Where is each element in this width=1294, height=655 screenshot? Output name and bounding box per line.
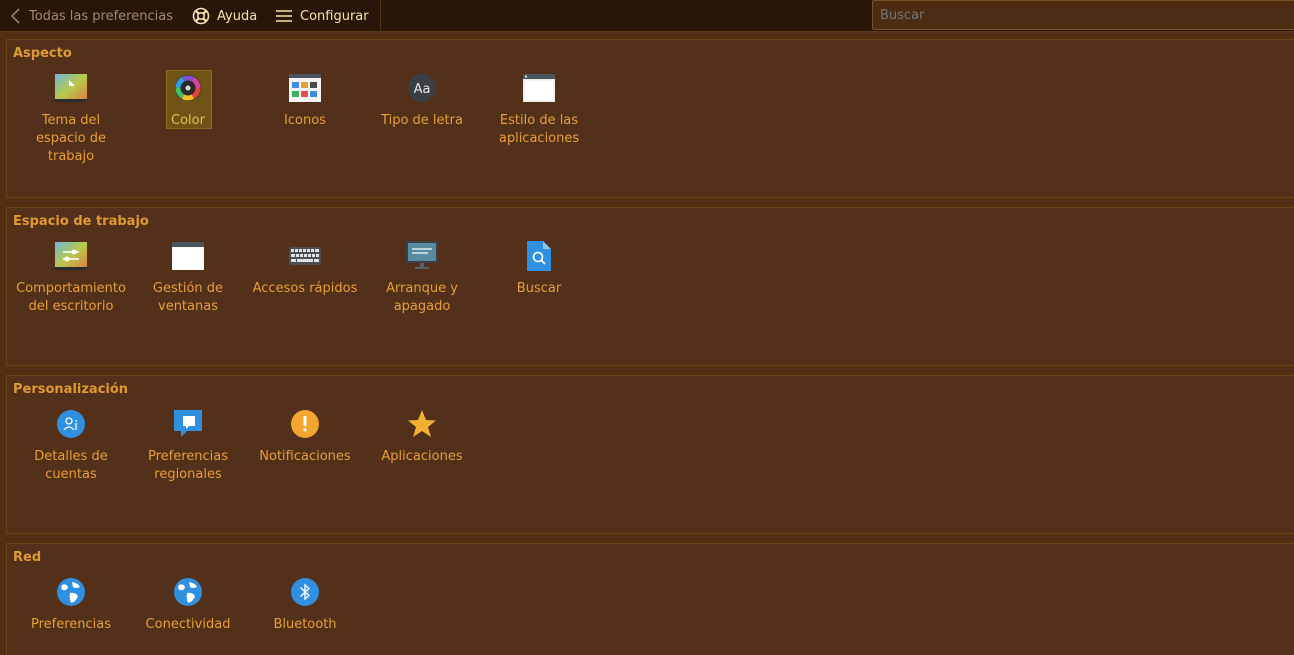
help-button-label: Ayuda	[217, 8, 258, 24]
help-button[interactable]: Ayuda	[192, 0, 257, 32]
item-label: Accesos rápidos	[252, 281, 358, 296]
configure-button[interactable]: Configurar	[275, 0, 369, 32]
item-network-preferences[interactable]: Preferencias	[12, 576, 130, 634]
item-label: Bluetooth	[273, 617, 337, 632]
icons-icon	[289, 72, 321, 104]
app-style-icon	[523, 72, 555, 104]
item-connectivity[interactable]: Conectividad	[129, 576, 247, 634]
item-search[interactable]: Buscar	[480, 240, 598, 298]
item-icons[interactable]: Iconos	[246, 72, 364, 130]
globe-icon	[55, 576, 87, 608]
item-label: Gestión de ventanas	[152, 281, 224, 314]
chevron-left-icon	[10, 8, 20, 24]
toolbar-separator	[380, 0, 381, 32]
item-label: Comportamiento del escritorio	[16, 281, 126, 314]
item-notifications[interactable]: Notificaciones	[246, 408, 364, 466]
configure-button-label: Configurar	[300, 8, 369, 24]
item-label: Detalles de cuentas	[34, 449, 108, 482]
section-espacio-de-trabajo: Espacio de trabajo Comportamiento del es…	[6, 207, 1294, 366]
item-user-account[interactable]: Detalles de cuentas	[12, 408, 130, 484]
item-app-style[interactable]: Estilo de las aplicaciones	[480, 72, 598, 148]
svg-text:Aa: Aa	[414, 82, 431, 97]
item-startup-shutdown[interactable]: Arranque y apagado	[363, 240, 481, 316]
item-label: Tema del espacio de trabajo	[35, 113, 107, 164]
item-label: Color	[171, 113, 205, 128]
regional-icon	[172, 408, 204, 440]
item-font[interactable]: Aa Tipo de letra	[363, 72, 481, 130]
item-label: Tipo de letra	[381, 113, 463, 128]
item-label: Preferencias regionales	[147, 449, 229, 482]
star-icon	[406, 408, 438, 440]
section-title: Red	[13, 550, 42, 565]
window-management-icon	[172, 240, 204, 272]
item-applications[interactable]: Aplicaciones	[363, 408, 481, 466]
item-label: Iconos	[284, 113, 326, 128]
item-workspace-theme[interactable]: Tema del espacio de trabajo	[12, 72, 130, 166]
desktop-behavior-icon	[55, 240, 87, 272]
font-icon: Aa	[406, 72, 438, 104]
workspace-theme-icon	[55, 72, 87, 104]
bluetooth-icon	[289, 576, 321, 608]
item-label: Conectividad	[145, 617, 231, 632]
keyboard-icon	[289, 240, 321, 272]
user-account-icon	[55, 408, 87, 440]
lifebuoy-icon	[192, 7, 210, 25]
item-desktop-behavior[interactable]: Comportamiento del escritorio	[12, 240, 130, 316]
section-title: Espacio de trabajo	[13, 214, 149, 229]
section-personalizacion: Personalización Detalles de cuentas Pref…	[6, 375, 1294, 534]
hamburger-menu-icon	[276, 10, 292, 22]
item-label: Preferencias	[30, 617, 112, 632]
item-bluetooth[interactable]: Bluetooth	[246, 576, 364, 634]
section-aspecto: Aspecto Tema del espacio de trabajo Colo…	[6, 39, 1294, 198]
back-button-label: Todas las preferencias	[29, 8, 173, 24]
item-label: Aplicaciones	[381, 449, 463, 464]
item-color[interactable]: Color	[129, 70, 247, 130]
search-file-icon	[523, 240, 555, 272]
item-label: Estilo de las aplicaciones	[498, 113, 580, 146]
section-title: Aspecto	[13, 46, 72, 61]
notification-icon	[289, 408, 321, 440]
section-red: Red Preferencias Conectividad Bluetooth	[6, 543, 1294, 655]
item-window-management[interactable]: Gestión de ventanas	[129, 240, 247, 316]
item-shortcuts[interactable]: Accesos rápidos	[246, 240, 364, 298]
item-label: Notificaciones	[259, 449, 351, 464]
startup-shutdown-icon	[406, 240, 438, 272]
item-regional[interactable]: Preferencias regionales	[129, 408, 247, 484]
globe-icon	[172, 576, 204, 608]
back-button[interactable]: Todas las preferencias	[10, 0, 173, 32]
section-title: Personalización	[13, 382, 129, 397]
item-label: Arranque y apagado	[386, 281, 458, 314]
search-input[interactable]	[872, 0, 1294, 30]
item-label: Buscar	[516, 281, 562, 296]
toolbar: Todas las preferencias Ayuda Configurar	[0, 0, 1294, 32]
color-icon	[172, 72, 204, 104]
